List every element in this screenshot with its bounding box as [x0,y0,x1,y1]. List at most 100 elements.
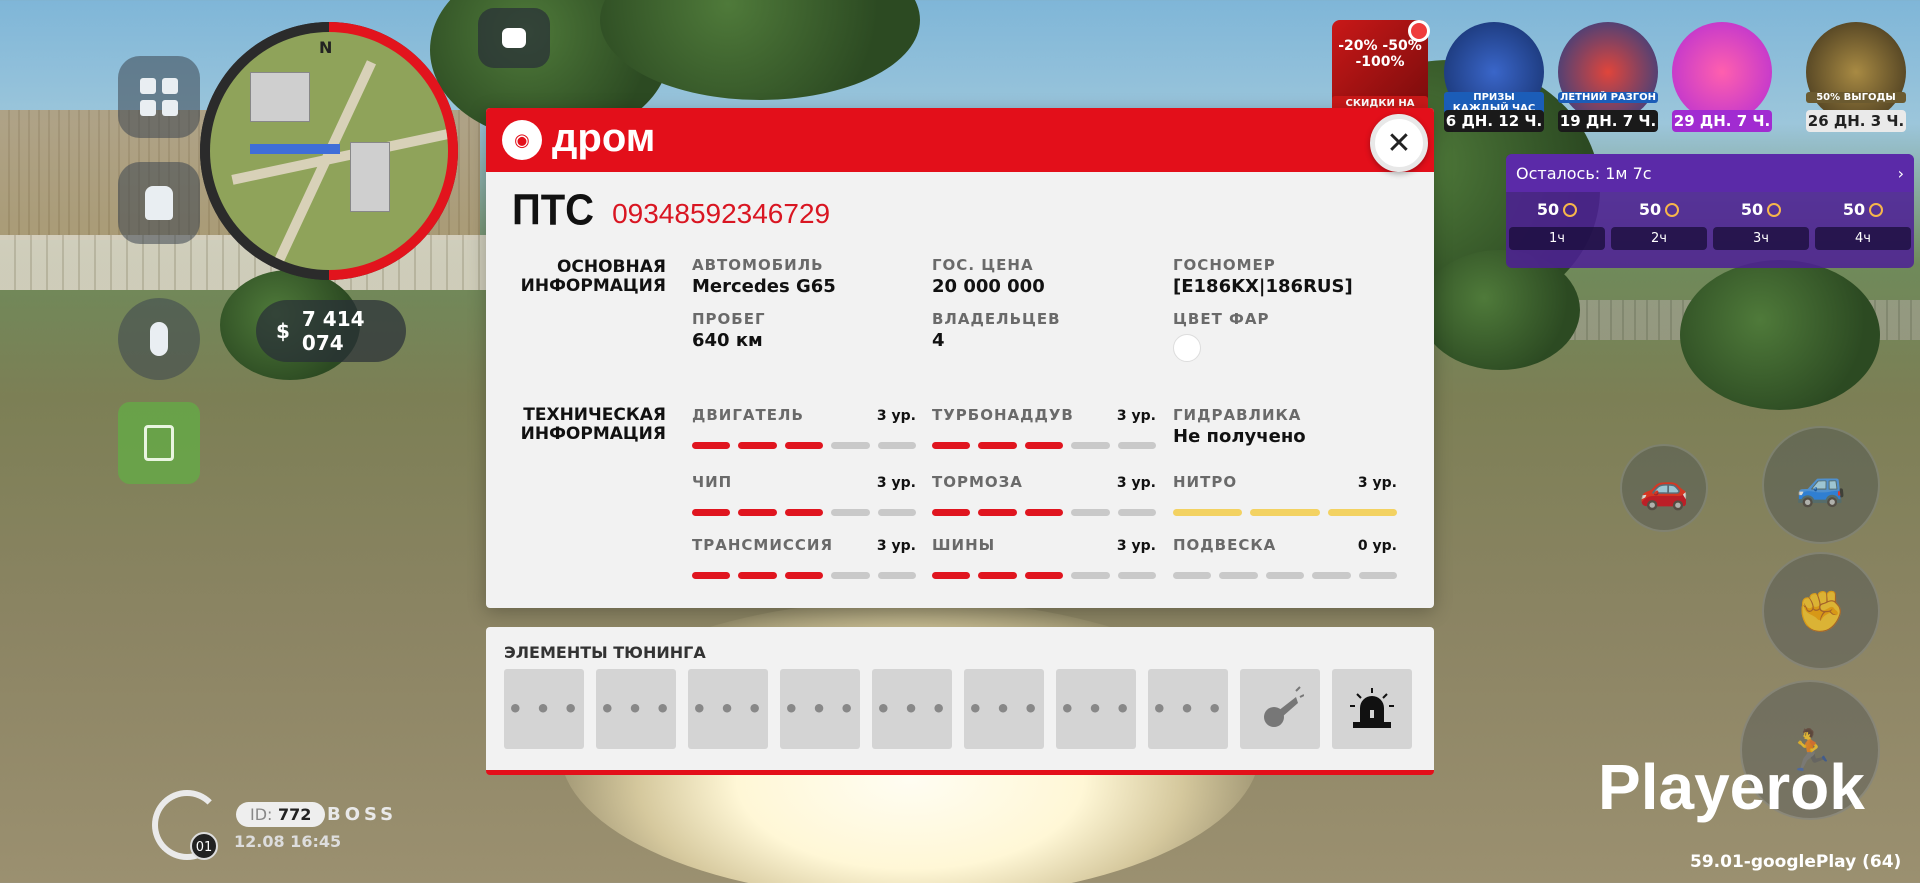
chevron-right-icon[interactable]: › [1898,164,1904,183]
background-fence-right [1420,300,1920,340]
coin-icon [1563,203,1578,217]
tuning-slot-empty[interactable]: • • • [688,669,768,749]
level-bar-segment [1071,509,1110,516]
tuning-elements-panel: ЭЛЕМЕНТЫ ТЮНИНГА • • • • • • • • • • • •… [486,627,1434,775]
level-bar-segment [978,509,1017,516]
tuning-slot-empty[interactable]: • • • [1056,669,1136,749]
tuning-slot-empty[interactable]: • • • [780,669,860,749]
field-car: АВТОМОБИЛЬ Mercedes G65 [692,256,836,297]
level-bar-segment [1024,572,1064,579]
event-hourly-prizes[interactable]: ПРИЗЫ КАЖДЫЙ ЧАС 6 ДН. 12 Ч. [1444,22,1544,132]
tasks-button[interactable] [118,402,200,484]
level-bar-segment [1312,572,1351,579]
vehicle-passport-panel: ◉ дром ПТС 09348592346729 ОСНОВНАЯ ИНФОРМ… [486,108,1434,608]
close-icon: ✕ [1386,125,1412,161]
pts-number: 09348592346729 [612,198,831,229]
online-rewards-header[interactable]: Осталось: 1м 7с › [1506,154,1914,192]
tech-tires: ШИНЫ 3 ур. [932,536,1157,579]
coins-icon [1806,22,1906,122]
tuning-slot-empty[interactable]: • • • [964,669,1044,749]
minimap-building [350,142,390,212]
horn-icon [1264,686,1304,727]
headlight-color-swatch [1173,334,1201,362]
level-bars [932,572,1157,579]
background-tree [1680,260,1880,410]
enter-vehicle-button[interactable]: 🚙 [1762,426,1880,544]
basic-info-title: ОСНОВНАЯ ИНФОРМАЦИЯ [520,257,666,296]
tuning-slots: • • • • • • • • • • • • • • • • • • • • … [504,669,1412,749]
level-bar-segment [1265,572,1305,579]
tech-suspension: ПОДВЕСКА 0 ур. [1173,536,1398,579]
level-bar-segment [1071,572,1110,579]
level-bar-segment [1173,509,1243,516]
minimap-building [250,72,310,122]
pts-row: ПТС 09348592346729 [512,186,831,234]
background-tree [600,0,920,100]
level-bar-segment [831,442,870,449]
close-button[interactable]: ✕ [1370,114,1428,172]
level-bars [1173,509,1397,516]
event-pass[interactable]: 29 ДН. 7 Ч. [1672,22,1772,132]
level-bar-segment [692,442,731,449]
field-owners: ВЛАДЕЛЬЦЕВ 4 [932,310,1061,351]
dollar-icon: $ [276,319,290,343]
inventory-button[interactable] [118,162,200,244]
watermark: Playerok [1598,751,1865,823]
level-bar-segment [932,442,971,449]
level-bar-segment [978,442,1017,449]
drom-logo-icon: ◉ [502,120,542,160]
car-lock-button[interactable]: 🚗 [1620,444,1708,532]
event-timer: 29 ДН. 7 Ч. [1672,110,1772,132]
level-bar-segment [932,509,971,516]
level-bar-segment [1250,509,1320,516]
tuning-slot-horn[interactable] [1240,669,1320,749]
notification-dot [1408,20,1430,42]
level-bar-segment [1024,442,1064,449]
remaining-text: Осталось: 1м 7с [1516,163,1652,183]
level-bars [1173,572,1398,579]
microphone-icon [150,322,168,356]
tuning-slot-empty[interactable]: • • • [872,669,952,749]
punch-button[interactable]: ✊ [1762,552,1880,670]
event-summer-race[interactable]: ЛЕТНИЙ РАЗГОН 19 ДН. 7 Ч. [1558,22,1658,132]
level-bar-segment [784,509,824,516]
panel-header: ◉ дром [486,108,1434,172]
tech-turbo: ТУРБОНАДДУВ 3 ур. [932,406,1157,449]
level-bar-segment [831,572,870,579]
event-coins[interactable]: 50% ВЫГОДЫ 26 ДН. 3 Ч. [1806,22,1906,132]
money-amount: 7 414 074 [301,307,365,355]
level-bar-segment [932,572,971,579]
event-label: ЛЕТНИЙ РАЗГОН [1558,92,1658,103]
level-bar-segment [877,572,917,579]
tuning-slot-empty[interactable]: • • • [504,669,584,749]
siren-icon [1350,688,1394,728]
plus-icon [1672,22,1772,122]
level-bar-segment [877,509,917,516]
level-bar-segment [1358,572,1398,579]
level-bar-segment [877,442,917,449]
tuning-slot-siren[interactable] [1332,669,1412,749]
level-bars [692,509,917,516]
field-mileage: ПРОБЕГ 640 км [692,310,766,351]
chat-button[interactable] [478,8,550,68]
tuning-slot-empty[interactable]: • • • [596,669,676,749]
minimap-north-label: N [319,38,333,57]
menu-grid-button[interactable] [118,56,200,138]
tech-brakes: ТОРМОЗА 3 ур. [932,473,1157,516]
level-bar-segment [692,509,731,516]
tuning-slot-empty[interactable]: • • • [1148,669,1228,749]
voice-chat-button[interactable] [118,298,200,380]
backpack-icon [145,186,173,220]
field-price: ГОС. ЦЕНА 20 000 000 [932,256,1045,297]
minimap[interactable]: N [200,22,458,280]
level-bar-segment [692,572,731,579]
level-bars [932,442,1157,449]
level-bar-segment [738,509,777,516]
version-label: 59.01-googlePlay (64) [1690,852,1902,872]
tuning-title: ЭЛЕМЕНТЫ ТЮНИНГА [504,643,706,662]
level-bars [932,509,1157,516]
online-rewards-panel[interactable]: Осталось: 1м 7с › 50 1ч 50 2ч 50 3ч 50 4ч [1506,154,1914,268]
tech-engine: ДВИГАТЕЛЬ 3 ур. [692,406,917,449]
reward-cell: 50 1ч [1509,200,1605,250]
level-bar-segment [1071,442,1110,449]
